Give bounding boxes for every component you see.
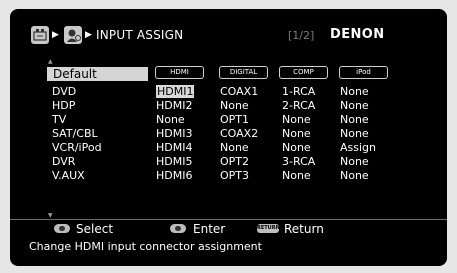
cell-digital[interactable]: None [220, 99, 249, 112]
setup-menu-icon [31, 26, 49, 44]
input-setup-icon [64, 26, 82, 44]
cell-comp[interactable]: None [282, 113, 311, 126]
row-label-dvr: DVR [52, 155, 76, 168]
default-menu-item[interactable]: Default [47, 67, 148, 81]
cell-ipod[interactable]: None [340, 127, 369, 140]
column-header-ipod: iPod [339, 66, 388, 79]
row-label-vcr-ipod: VCR/iPod [52, 141, 102, 154]
cursor-pad-icon [54, 224, 70, 233]
header: ▶ ▶ INPUT ASSIGN [1/2] DENON [10, 9, 447, 49]
help-text: Change HDMI input connector assignment [29, 240, 262, 253]
row-label-tv: TV [52, 113, 67, 126]
cell-comp[interactable]: 3-RCA [282, 155, 315, 168]
column-header-digital: DIGITAL [219, 66, 268, 79]
cell-ipod[interactable]: None [340, 113, 369, 126]
cell-digital[interactable]: COAX2 [220, 127, 258, 140]
cell-ipod[interactable]: None [340, 99, 369, 112]
footer-divider [10, 219, 447, 220]
cell-digital[interactable]: None [220, 141, 249, 154]
row-label-v-aux: V.AUX [52, 169, 85, 182]
cell-hdmi[interactable]: HDMI5 [156, 155, 192, 168]
cell-digital[interactable]: OPT1 [220, 113, 249, 126]
row-label-dvd: DVD [52, 85, 77, 98]
cell-digital[interactable]: OPT2 [220, 155, 249, 168]
cell-hdmi[interactable]: HDMI3 [156, 127, 192, 140]
cell-digital[interactable]: OPT3 [220, 169, 249, 182]
cell-digital[interactable]: COAX1 [220, 85, 258, 98]
enter-hint: Enter [193, 222, 226, 236]
cell-hdmi[interactable]: HDMI6 [156, 169, 192, 182]
return-hint: Return [284, 222, 324, 236]
cell-ipod[interactable]: None [340, 169, 369, 182]
row-label-hdp: HDP [52, 99, 76, 112]
cell-hdmi[interactable]: HDMI2 [156, 99, 192, 112]
osd-screen: ▶ ▶ INPUT ASSIGN [1/2] DENON ▲ Default H… [10, 9, 447, 266]
cell-comp[interactable]: None [282, 141, 311, 154]
page-indicator: [1/2] [288, 29, 315, 42]
cell-ipod[interactable]: None [340, 85, 369, 98]
breadcrumb-arrow-icon: ▶ [85, 30, 92, 40]
cell-comp[interactable]: None [282, 127, 311, 140]
cell-comp[interactable]: None [282, 169, 311, 182]
cell-ipod[interactable]: Assign [340, 141, 376, 154]
return-button-icon: RETURN [257, 224, 280, 233]
column-header-hdmi: HDMI [155, 66, 204, 79]
enter-button-icon [170, 224, 186, 233]
row-label-sat-cbl: SAT/CBL [52, 127, 98, 140]
cell-ipod[interactable]: None [340, 155, 369, 168]
scroll-up-icon[interactable]: ▲ [48, 58, 53, 65]
cell-comp[interactable]: 2-RCA [282, 99, 315, 112]
cell-hdmi[interactable]: HDMI1 [156, 85, 195, 98]
select-hint: Select [76, 222, 114, 236]
column-header-comp: COMP [279, 66, 328, 79]
cell-comp[interactable]: 1-RCA [282, 85, 315, 98]
brand-logo: DENON [330, 27, 385, 42]
scroll-down-icon[interactable]: ▼ [48, 212, 53, 219]
cell-hdmi[interactable]: None [156, 113, 185, 126]
cell-hdmi[interactable]: HDMI4 [156, 141, 192, 154]
page-title: INPUT ASSIGN [96, 28, 184, 42]
breadcrumb-arrow-icon: ▶ [52, 30, 59, 40]
